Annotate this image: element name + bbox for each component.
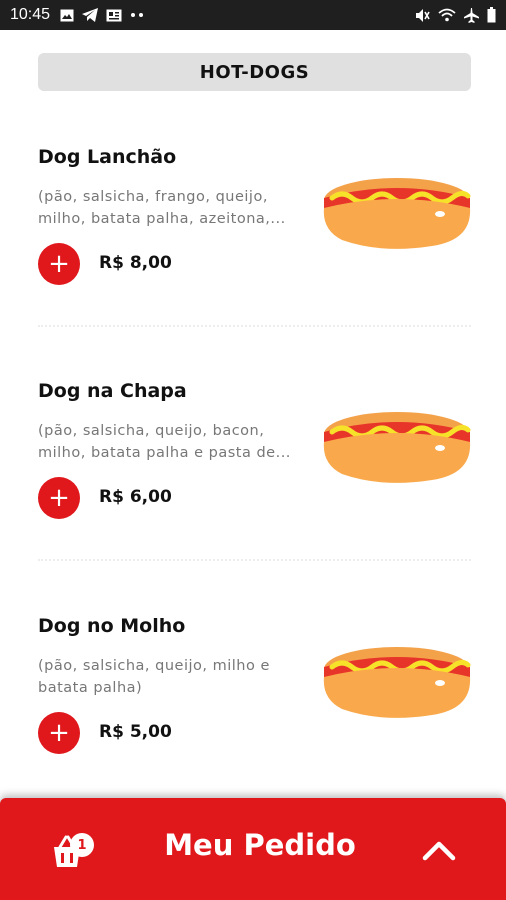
mute-icon [416,8,430,22]
item-name: Dog no Molho [38,615,186,637]
add-item-button[interactable]: + [38,712,80,754]
menu-item[interactable]: Dog na Chapa (pão, salsicha, queijo, bac… [38,380,471,520]
menu-item[interactable]: Dog Lanchão (pão, salsicha, frango, quei… [38,146,471,286]
status-bar: 10:45 [0,0,506,30]
telegram-icon [82,8,99,22]
order-title[interactable]: Meu Pedido [120,828,400,862]
hot-dog-image [323,178,471,249]
add-item-button[interactable]: + [38,477,80,519]
more-dots-icon [131,13,144,17]
status-icons-left [60,8,144,22]
cart-count-badge: 1 [70,833,94,857]
news-icon [106,9,122,21]
item-description: (pão, salsicha, queijo, bacon, milho, ba… [38,423,291,461]
item-price: R$ 5,00 [99,722,172,742]
image-icon [60,9,74,21]
hot-dog-image [323,647,471,718]
hot-dog-image [323,412,471,483]
add-item-button[interactable]: + [38,243,80,285]
item-name: Dog Lanchão [38,146,177,168]
airplane-icon [464,7,479,23]
chevron-up-icon [422,841,456,861]
menu-item[interactable]: Dog no Molho (pão, salsicha, queijo, mil… [38,615,471,755]
item-description: (pão, salsicha, queijo, milho e batata p… [38,658,270,696]
item-name: Dog na Chapa [38,380,187,402]
item-price: R$ 6,00 [99,487,172,507]
status-icons-right [415,7,496,23]
item-description: (pão, salsicha, frango, queijo, milho, b… [38,189,286,227]
battery-icon [487,7,496,23]
item-divider [38,325,471,327]
wifi-icon [438,8,456,22]
section-header-hot-dogs: HOT-DOGS [38,53,471,91]
item-divider [38,559,471,561]
item-price: R$ 8,00 [99,253,172,273]
expand-order-button[interactable] [415,828,463,872]
status-time: 10:45 [10,6,51,23]
